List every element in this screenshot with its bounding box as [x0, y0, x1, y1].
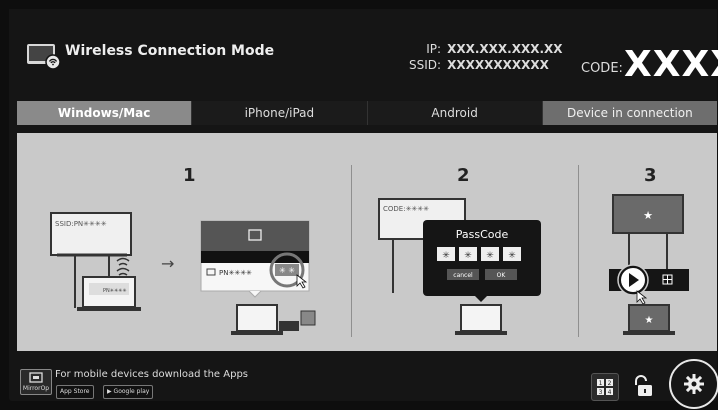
screen: Wireless Connection Mode IP: XXX.XXX.XXX.… — [0, 0, 718, 410]
platform-tabs: Windows/Mac iPhone/iPad Android Device i… — [17, 101, 717, 125]
svg-text:★: ★ — [645, 315, 654, 326]
unlock-button[interactable] — [629, 373, 655, 399]
ip-label: IP: — [426, 42, 442, 56]
passcode-digit-4: ✳ — [508, 251, 516, 261]
screen-code-text: CODE:✳✳✳✳ — [383, 205, 429, 213]
svg-text:★: ★ — [643, 209, 653, 222]
footer: MirrorOp For mobile devices download the… — [9, 355, 718, 409]
tab-android[interactable]: Android — [368, 101, 543, 125]
code-value: XXXX — [624, 44, 718, 85]
popup-network-text: PN✳✳✳✳ — [219, 269, 252, 277]
popup-password-text: ✳ ✳ — [279, 266, 295, 275]
play-icon: ▶ — [107, 388, 112, 395]
google-play-badge[interactable]: ▶ Google play — [103, 385, 154, 399]
gear-icon — [684, 374, 704, 394]
page-title: Wireless Connection Mode — [65, 43, 275, 59]
unlock-icon — [635, 375, 652, 396]
step-illustrations: SSID:PN✳✳✳✳ PN✳✳✳✳ → PN✳✳✳✳ ✳ ✳ CODE:✳✳✳… — [50, 194, 689, 335]
network-info: IP: XXX.XXX.XXX.XX SSID: XXXXXXXXXXX — [409, 41, 563, 73]
wireless-display-icon — [27, 44, 61, 69]
step-3-illustration: ★ ★ — [609, 194, 689, 335]
svg-text:2: 2 — [608, 380, 612, 387]
ssid-value: XXXXXXXXXXX — [447, 58, 549, 72]
laptop-ssid-text: PN✳✳✳✳ — [103, 288, 127, 294]
download-apps-text: For mobile devices download the Apps — [55, 369, 249, 380]
svg-text:1: 1 — [599, 380, 603, 387]
tab-windows-mac[interactable]: Windows/Mac — [17, 101, 193, 125]
ip-value: XXX.XXX.XXX.XX — [447, 42, 563, 56]
passcode-cancel-label: cancel — [453, 272, 473, 279]
step-1-illustration: SSID:PN✳✳✳✳ PN✳✳✳✳ → PN✳✳✳✳ ✳ ✳ — [50, 212, 316, 335]
step-2-illustration: CODE:✳✳✳✳ PassCode ✳ ✳ ✳ ✳ cancel OK — [378, 198, 541, 335]
passcode-title: PassCode — [456, 228, 509, 241]
code-label: CODE: — [581, 61, 623, 76]
screen-ssid-text: SSID:PN✳✳✳✳ — [55, 220, 107, 228]
mirrorop-logo: MirrorOp — [20, 369, 52, 395]
quad-split-icon: 1 2 3 4 — [597, 379, 613, 396]
passcode-digit-3: ✳ — [486, 251, 494, 261]
quad-split-button[interactable]: 1 2 3 4 — [591, 373, 619, 401]
mirrorop-label: MirrorOp — [22, 385, 50, 392]
tab-device-in-connection[interactable]: Device in connection — [542, 101, 717, 125]
passcode-digit-2: ✳ — [464, 251, 472, 261]
header: Wireless Connection Mode IP: XXX.XXX.XXX.… — [9, 9, 718, 97]
svg-text:4: 4 — [608, 389, 612, 396]
instruction-panel: 1 2 3 SSID:PN✳✳✳✳ PN✳✳✳✳ → PN✳✳✳✳ ✳ ✳ CO… — [17, 133, 717, 351]
ssid-label: SSID: — [409, 58, 442, 72]
tab-iphone-ipad[interactable]: iPhone/iPad — [192, 101, 368, 125]
main-frame: Wireless Connection Mode IP: XXX.XXX.XXX.… — [9, 9, 718, 409]
settings-button[interactable] — [669, 359, 718, 409]
passcode-ok-label: OK — [497, 272, 507, 279]
app-store-badge[interactable]: App Store — [56, 385, 94, 399]
mirrorop-icon — [29, 372, 43, 383]
svg-text:3: 3 — [599, 389, 603, 396]
passcode-digit-1: ✳ — [442, 251, 450, 261]
svg-text:→: → — [161, 254, 174, 273]
